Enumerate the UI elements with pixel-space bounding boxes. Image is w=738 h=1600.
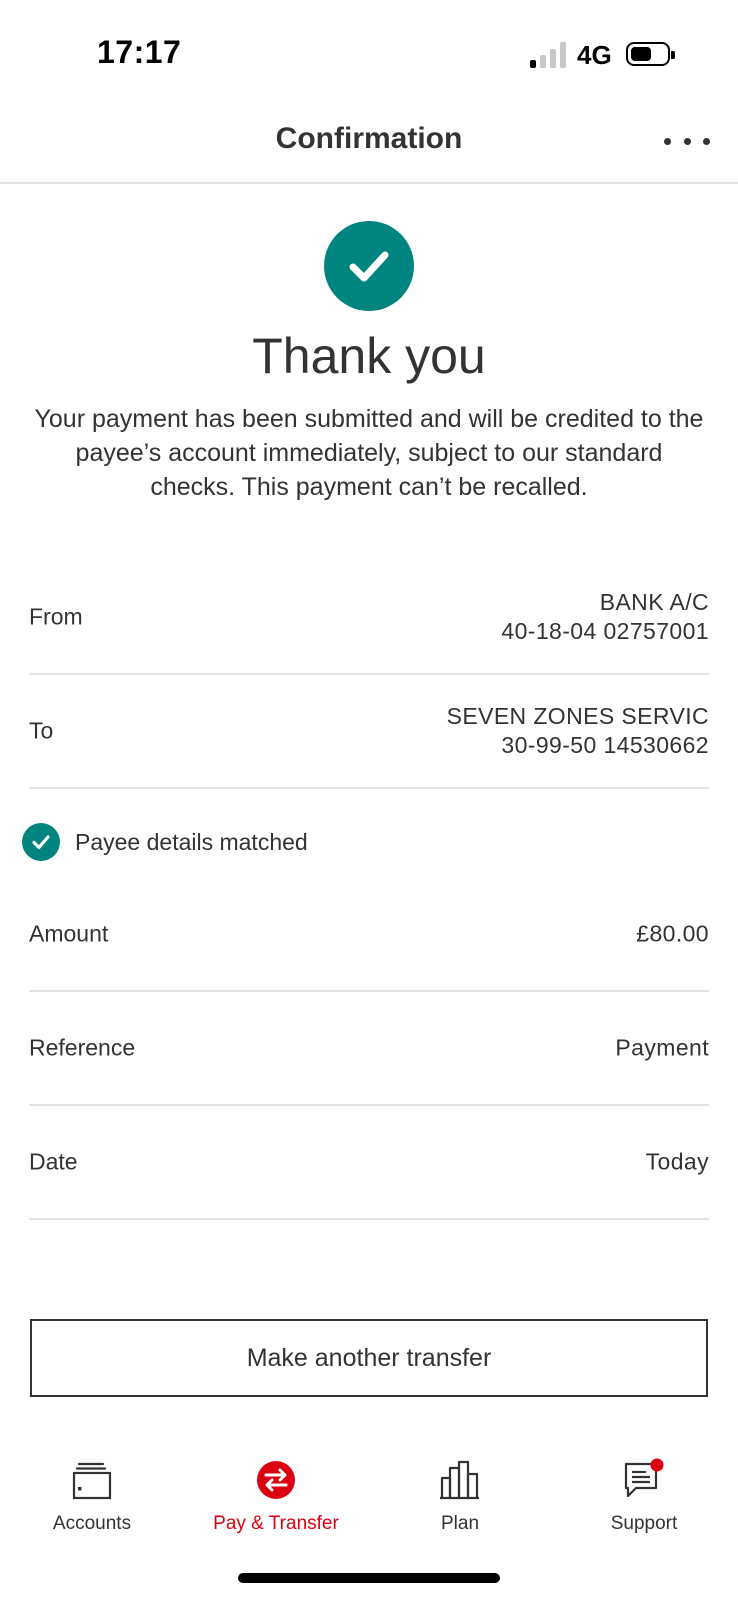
- amount-value: £80.00: [636, 920, 709, 947]
- nav-label-plan: Plan: [440, 1513, 480, 1534]
- date-value: Today: [645, 1148, 709, 1175]
- amount-row: Amount £80.00: [29, 878, 709, 992]
- network-type: 4G: [577, 40, 612, 70]
- nav-label-accounts: Accounts: [52, 1513, 132, 1534]
- from-label: From: [29, 603, 83, 630]
- bottom-navigation: Accounts Pay & Transfer Plan Support: [0, 1440, 738, 1560]
- confirmation-message: Your payment has been submitted and will…: [34, 405, 704, 501]
- amount-label: Amount: [29, 920, 109, 947]
- reference-row: Reference Payment: [29, 992, 709, 1106]
- reference-label: Reference: [29, 1034, 136, 1061]
- payee-match-text: Payee details matched: [75, 828, 308, 855]
- from-account-number: 40-18-04 02757001: [501, 618, 709, 644]
- home-indicator[interactable]: [238, 1573, 500, 1583]
- payee-match-status: Payee details matched: [22, 822, 308, 862]
- transfer-arrows-icon: [254, 1458, 298, 1502]
- nav-item-support[interactable]: Support: [552, 1440, 736, 1550]
- date-label: Date: [29, 1148, 78, 1175]
- chat-notification-icon: [622, 1458, 666, 1502]
- to-label: To: [29, 717, 54, 744]
- to-account-number: 30-99-50 14530662: [501, 732, 709, 758]
- nav-label-pay-transfer: Pay & Transfer: [213, 1513, 339, 1534]
- confirmation-screen: 17:17 4G Confirmation Thank you Your pay…: [0, 0, 738, 1600]
- from-row: From BANK A/C 40-18-04 02757001: [29, 561, 709, 675]
- nav-item-plan[interactable]: Plan: [368, 1440, 552, 1550]
- status-time: 17:17: [97, 34, 182, 70]
- status-bar: 17:17 4G: [0, 0, 738, 100]
- page-title: Confirmation: [275, 122, 463, 155]
- battery-icon: [626, 42, 675, 66]
- top-header: Confirmation: [0, 100, 738, 184]
- nav-label-support: Support: [610, 1513, 678, 1534]
- make-another-transfer-button[interactable]: Make another transfer: [30, 1319, 708, 1397]
- signal-strength-icon: [530, 42, 566, 68]
- to-payee-name: SEVEN ZONES SERVIC: [446, 703, 709, 729]
- nav-item-accounts[interactable]: Accounts: [0, 1440, 184, 1550]
- to-value: SEVEN ZONES SERVIC 30-99-50 14530662: [447, 702, 709, 760]
- wallet-icon: [70, 1458, 114, 1502]
- to-row: To SEVEN ZONES SERVIC 30-99-50 14530662: [29, 675, 709, 789]
- more-options-icon[interactable]: [664, 124, 710, 158]
- reference-value: Payment: [615, 1034, 709, 1061]
- thank-you-heading: Thank you: [252, 328, 486, 384]
- nav-item-pay-transfer[interactable]: Pay & Transfer: [184, 1440, 368, 1550]
- success-check-icon: [324, 221, 414, 311]
- from-value: BANK A/C 40-18-04 02757001: [501, 588, 709, 646]
- check-circle-icon: [22, 823, 60, 861]
- date-row: Date Today: [29, 1106, 709, 1220]
- bar-chart-icon: [438, 1458, 482, 1502]
- from-account-name: BANK A/C: [599, 589, 709, 615]
